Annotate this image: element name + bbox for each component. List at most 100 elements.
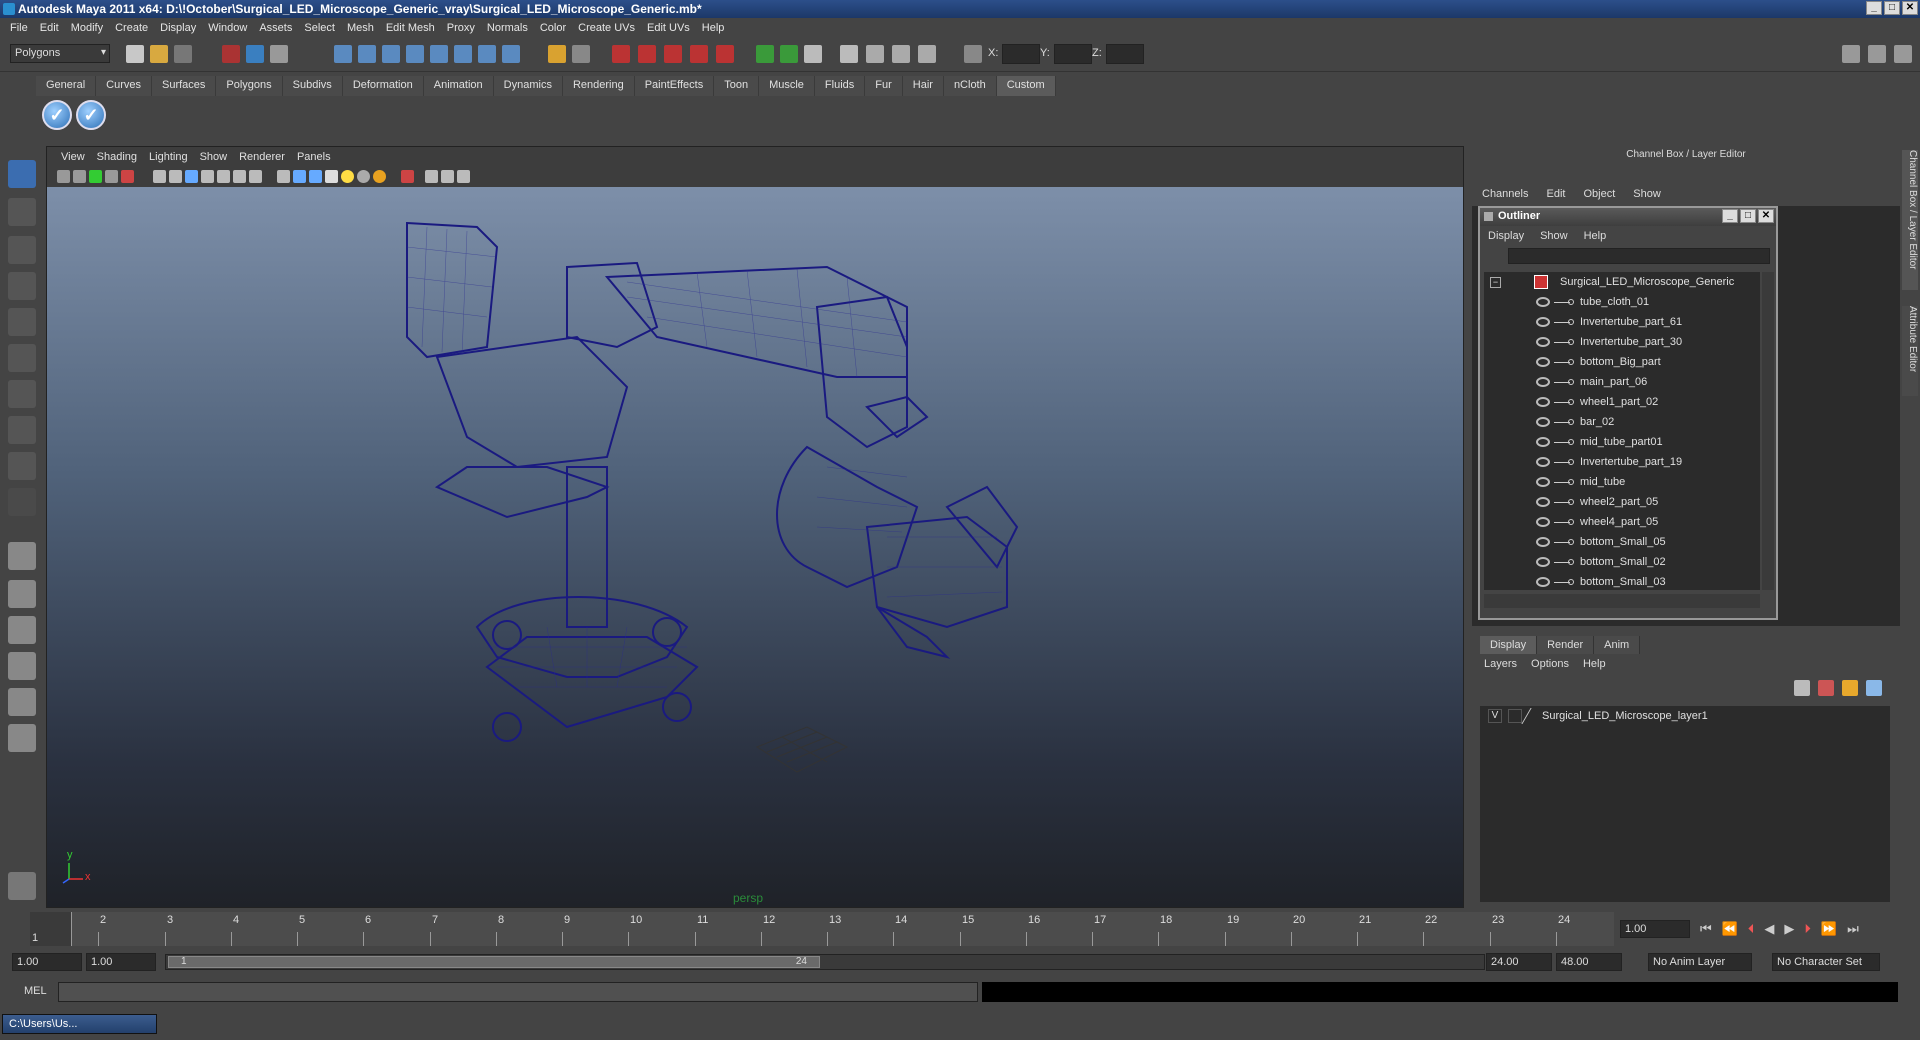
outliner-maximize-button[interactable]: □ [1740, 209, 1756, 223]
outliner-item[interactable]: Invertertube_part_30 [1484, 332, 1760, 352]
input-line-icon[interactable] [756, 45, 774, 63]
smooth-shade-icon[interactable] [293, 170, 306, 183]
viewport-menu-view[interactable]: View [55, 151, 91, 163]
menu-normals[interactable]: Normals [481, 22, 534, 34]
safe-action-icon[interactable] [233, 170, 246, 183]
four-view-layout-icon[interactable] [8, 580, 36, 608]
safe-title-icon[interactable] [249, 170, 262, 183]
universal-manipulator-icon[interactable] [8, 380, 36, 408]
menu-file[interactable]: File [4, 22, 34, 34]
render-current-icon[interactable] [612, 45, 630, 63]
snap-plane-icon[interactable] [406, 45, 424, 63]
outliner-item[interactable]: tube_cloth_01 [1484, 292, 1760, 312]
step-back-icon[interactable]: ⏴ [1748, 921, 1755, 937]
menu-modify[interactable]: Modify [65, 22, 109, 34]
shelf-tab-rendering[interactable]: Rendering [562, 76, 635, 96]
layer-tab-render[interactable]: Render [1537, 636, 1595, 654]
shelf-check-button-1[interactable]: ✓ [42, 100, 72, 130]
xray-icon[interactable] [425, 170, 438, 183]
new-layer-icon[interactable] [1794, 680, 1810, 696]
shelf-tab-fluids[interactable]: Fluids [814, 76, 866, 96]
outliner-item[interactable]: Invertertube_part_19 [1484, 452, 1760, 472]
side-tab-channel-box[interactable]: Channel Box / Layer Editor [1902, 150, 1918, 290]
minimize-button[interactable]: _ [1866, 1, 1882, 15]
toggle-channel-box-icon[interactable] [1894, 45, 1912, 63]
shelf-tab-animation[interactable]: Animation [423, 76, 494, 96]
current-time-marker[interactable]: 1 [30, 912, 72, 946]
outliner-menu-help[interactable]: Help [1584, 230, 1607, 242]
toggle-layer-icon[interactable] [892, 45, 910, 63]
outliner-horizontal-scrollbar[interactable] [1484, 594, 1760, 608]
step-back-key-icon[interactable]: ⏪ [1722, 921, 1738, 937]
film-gate-icon[interactable] [169, 170, 182, 183]
resolution-gate-icon[interactable] [185, 170, 198, 183]
outliner-minimize-button[interactable]: _ [1722, 209, 1738, 223]
relative-mode-icon[interactable] [780, 45, 798, 63]
y-field[interactable] [1054, 44, 1092, 64]
playback-start-field[interactable]: 1.00 [86, 953, 156, 971]
channel-box-menu-show[interactable]: Show [1633, 188, 1661, 200]
play-forward-icon[interactable]: ▶ [1784, 921, 1794, 937]
xray-components-icon[interactable] [457, 170, 470, 183]
soft-modification-icon[interactable] [8, 416, 36, 444]
menu-edit-uvs[interactable]: Edit UVs [641, 22, 696, 34]
outliner-item[interactable]: bar_02 [1484, 412, 1760, 432]
save-scene-icon[interactable] [174, 45, 192, 63]
shelf-tab-dynamics[interactable]: Dynamics [493, 76, 563, 96]
menu-set-dropdown[interactable]: Polygons [10, 44, 110, 63]
layer-tab-display[interactable]: Display [1480, 636, 1538, 654]
paint-select-tool-icon[interactable] [8, 236, 36, 264]
z-field[interactable] [1106, 44, 1144, 64]
shelf-tab-fur[interactable]: Fur [865, 76, 903, 96]
wireframe-icon[interactable] [277, 170, 290, 183]
channel-box-menu-object[interactable]: Object [1583, 188, 1615, 200]
layer-tab-anim[interactable]: Anim [1594, 636, 1641, 654]
show-attribute-editor-icon[interactable] [804, 45, 822, 63]
layer-menu-help[interactable]: Help [1583, 658, 1606, 670]
outliner-item[interactable]: bottom_Small_03 [1484, 572, 1760, 590]
menu-help[interactable]: Help [696, 22, 731, 34]
range-slider-handle[interactable]: 1 24 [168, 956, 820, 968]
outliner-item[interactable]: wheel1_part_02 [1484, 392, 1760, 412]
layer-menu-layers[interactable]: Layers [1484, 658, 1517, 670]
step-forward-key-icon[interactable]: ⏩ [1821, 921, 1837, 937]
shelf-tab-general[interactable]: General [36, 76, 97, 96]
shelf-tab-surfaces[interactable]: Surfaces [151, 76, 217, 96]
select-hierarchy-icon[interactable] [222, 45, 240, 63]
open-scene-icon[interactable] [150, 45, 168, 63]
show-manipulator-icon[interactable] [8, 452, 36, 480]
snap-view-icon[interactable] [454, 45, 472, 63]
outliner-item[interactable]: bottom_Big_part [1484, 352, 1760, 372]
menu-window[interactable]: Window [202, 22, 253, 34]
outliner-root-item[interactable]: − Surgical_LED_Microscope_Generic [1484, 272, 1760, 292]
shelf-check-button-2[interactable]: ✓ [76, 100, 106, 130]
viewport-menu-lighting[interactable]: Lighting [143, 151, 194, 163]
outliner-menu-show[interactable]: Show [1540, 230, 1568, 242]
snap-live-icon[interactable] [430, 45, 448, 63]
animation-start-field[interactable]: 1.00 [12, 953, 82, 971]
outliner-vertical-scrollbar[interactable] [1762, 272, 1774, 590]
field-chart-icon[interactable] [217, 170, 230, 183]
animation-end-field[interactable]: 48.00 [1556, 953, 1622, 971]
single-perspective-layout-icon[interactable] [8, 542, 36, 570]
last-tool-icon[interactable] [8, 488, 36, 516]
shelf-tab-hair[interactable]: Hair [902, 76, 944, 96]
persp-graph-outliner-layout-icon[interactable] [8, 724, 36, 752]
outliner-item[interactable]: bottom_Small_02 [1484, 552, 1760, 572]
go-to-start-icon[interactable]: ⏮ [1700, 921, 1712, 937]
outliner-item[interactable]: main_part_06 [1484, 372, 1760, 392]
select-tool-icon[interactable] [8, 160, 36, 188]
rotate-tool-icon[interactable] [8, 308, 36, 336]
lock-icon[interactable] [548, 45, 566, 63]
viewport-menu-renderer[interactable]: Renderer [233, 151, 291, 163]
high-quality-icon[interactable] [373, 170, 386, 183]
render-view-icon[interactable] [716, 45, 734, 63]
move-up-layer-icon[interactable] [1842, 680, 1858, 696]
shadows-icon[interactable] [357, 170, 370, 183]
show-channel-box-icon[interactable] [866, 45, 884, 63]
snap-curve-icon[interactable] [358, 45, 376, 63]
toggle-outliner-icon[interactable] [918, 45, 936, 63]
mel-input[interactable] [58, 982, 978, 1002]
minimized-window-item[interactable]: C:\Users\Us... [2, 1014, 157, 1034]
layer-row[interactable]: V Surgical_LED_Microscope_layer1 [1480, 706, 1890, 726]
